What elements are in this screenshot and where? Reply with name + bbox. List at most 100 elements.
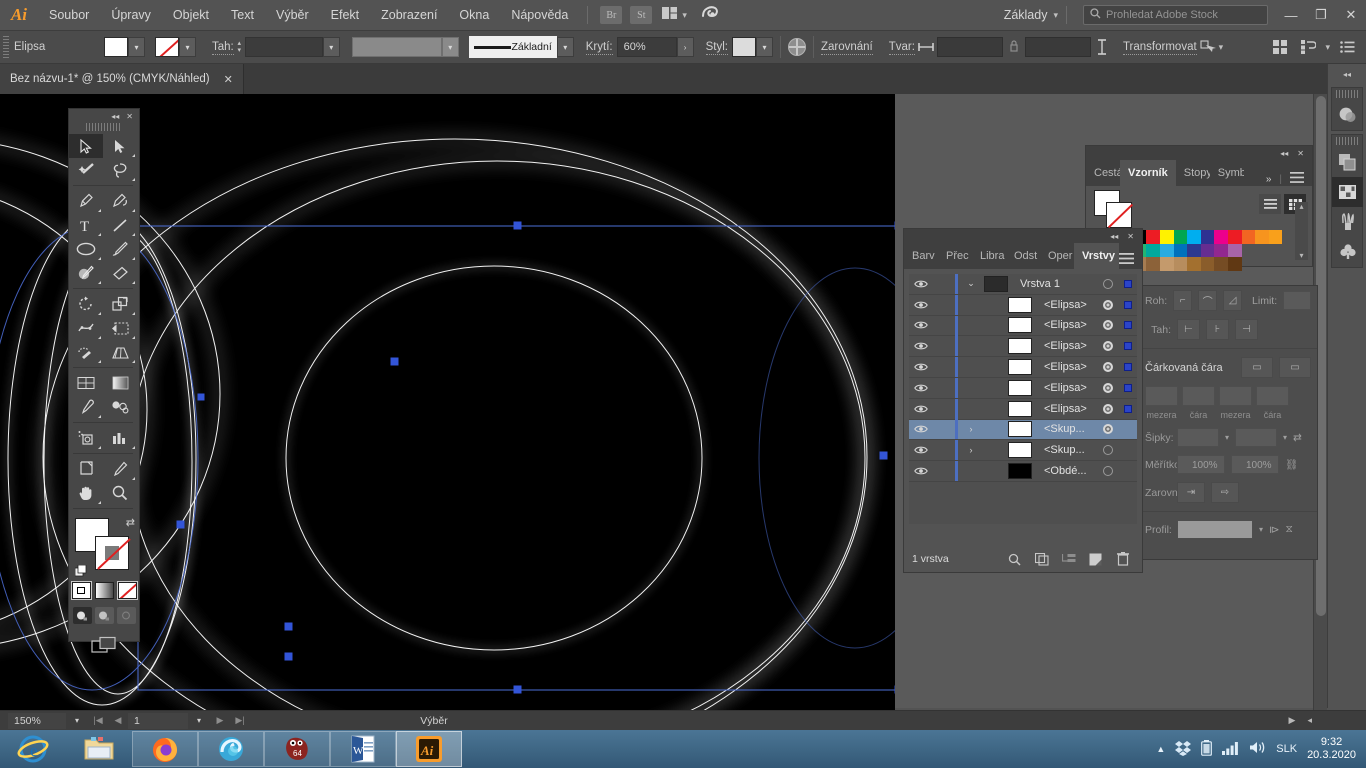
opacity-input[interactable]: 60% xyxy=(617,37,677,57)
tab-cestar[interactable]: Cestář xyxy=(1086,160,1120,186)
color-swatch[interactable] xyxy=(1228,244,1242,258)
volume-icon[interactable] xyxy=(1249,740,1266,758)
constrain-proportions-icon[interactable] xyxy=(1003,36,1025,58)
swatches-close-icon[interactable]: ✕ xyxy=(1297,149,1304,158)
minimize-button[interactable]: — xyxy=(1276,1,1306,29)
swatches-collapse-icon[interactable]: ◂◂ xyxy=(1280,149,1288,158)
link-arrow-scales-icon[interactable]: ⛓ xyxy=(1285,458,1298,471)
zoom-tool[interactable] xyxy=(103,481,137,505)
close-button[interactable]: ✕ xyxy=(1336,1,1366,29)
layer-disclosure-chevron-icon[interactable]: ⌄ xyxy=(958,278,984,289)
layer-target-indicator[interactable] xyxy=(1097,362,1119,372)
tools-collapse-icon[interactable]: ◂◂ xyxy=(111,112,119,121)
rail-collapse-icon[interactable]: ◂◂ xyxy=(1328,64,1366,84)
graphic-style-label[interactable]: Styl: xyxy=(706,40,728,55)
magic-wand-tool[interactable] xyxy=(69,158,103,182)
layer-row[interactable]: <Elipsa> xyxy=(909,357,1137,378)
lasso-tool[interactable] xyxy=(103,158,137,182)
layer-name-label[interactable]: <Elipsa> xyxy=(1032,340,1097,352)
color-swatch[interactable] xyxy=(1174,244,1188,258)
pen-tool[interactable] xyxy=(69,189,103,213)
locate-object-icon[interactable] xyxy=(1001,548,1028,570)
layer-visibility-eye-icon[interactable] xyxy=(909,466,933,476)
color-swatch[interactable] xyxy=(1146,257,1160,271)
layer-disclosure-chevron-icon[interactable]: › xyxy=(958,445,984,455)
layer-visibility-eye-icon[interactable] xyxy=(909,300,933,310)
create-sublayer-icon[interactable] xyxy=(1055,548,1082,570)
taskbar-internet-explorer-icon[interactable]: e xyxy=(0,731,66,767)
graphic-style-swatch[interactable] xyxy=(732,37,756,57)
shape-height-input[interactable] xyxy=(1025,37,1091,57)
layer-selection-square[interactable] xyxy=(1119,405,1137,413)
align-stroke-inside-button[interactable]: ⊦ xyxy=(1206,319,1229,340)
layer-row[interactable]: <Elipsa> xyxy=(909,336,1137,357)
tab-symboly[interactable]: Symb xyxy=(1210,160,1244,186)
gap-input-2[interactable] xyxy=(1256,386,1289,406)
swatches-list-view-icon[interactable] xyxy=(1259,194,1281,214)
layer-target-indicator[interactable] xyxy=(1097,383,1119,393)
color-swatch[interactable] xyxy=(1160,257,1174,271)
rail-group-1-grip[interactable] xyxy=(1336,90,1358,98)
color-swatch[interactable] xyxy=(1201,244,1215,258)
color-swatch[interactable] xyxy=(1214,230,1228,244)
current-tool-label[interactable]: Výběr xyxy=(304,715,564,727)
graphic-style-chevron-down-icon[interactable]: ▾ xyxy=(756,37,773,57)
previous-artboard-button[interactable]: ◀ xyxy=(108,715,128,726)
menu-soubor[interactable]: Soubor xyxy=(38,0,100,30)
layers-panel-menu-icon[interactable] xyxy=(1119,251,1142,269)
menu-efekt[interactable]: Efekt xyxy=(320,0,371,30)
layer-selection-square[interactable] xyxy=(1119,384,1137,392)
stock-icon[interactable]: St xyxy=(630,6,652,24)
opacity-label[interactable]: Krytí: xyxy=(586,40,613,55)
menu-napoveda[interactable]: Nápověda xyxy=(500,0,579,30)
variable-width-chevron-down-icon[interactable]: ▾ xyxy=(442,37,459,57)
zoom-level-chevron-down-icon[interactable]: ▾ xyxy=(66,713,88,729)
swatches-panel-menu-icon[interactable] xyxy=(1290,172,1304,186)
layer-row[interactable]: ›<Skup... xyxy=(909,420,1137,441)
draw-behind-button[interactable] xyxy=(95,607,114,624)
selection-tool[interactable] xyxy=(69,134,103,158)
layer-selection-square[interactable] xyxy=(1119,280,1137,288)
last-artboard-button[interactable]: ▶| xyxy=(230,715,250,726)
restore-button[interactable]: ❐ xyxy=(1306,1,1336,29)
rotate-tool[interactable] xyxy=(69,292,103,316)
stock-search-input[interactable]: Prohledat Adobe Stock xyxy=(1083,5,1268,25)
color-swatch[interactable] xyxy=(1187,244,1201,258)
layer-target-indicator[interactable] xyxy=(1097,279,1119,289)
layer-target-indicator[interactable] xyxy=(1097,424,1119,434)
menu-objekt[interactable]: Objekt xyxy=(162,0,220,30)
dash-preserve-exact-button[interactable]: ▭ xyxy=(1241,357,1273,378)
layer-name-label[interactable]: <Elipsa> xyxy=(1032,382,1097,394)
stroke-dropdown-chevron-down-icon[interactable]: ▾ xyxy=(179,37,196,57)
gap-input-1[interactable] xyxy=(1182,386,1215,406)
layer-name-label[interactable]: <Skup... xyxy=(1032,444,1097,456)
layer-name-label[interactable]: <Elipsa> xyxy=(1032,403,1097,415)
arrow-start-select[interactable] xyxy=(1177,428,1219,447)
transparency-panel-icon[interactable] xyxy=(1332,147,1363,177)
select-similar-chevron-down-icon[interactable]: ▾ xyxy=(1219,42,1224,53)
layer-name-label[interactable]: Vrstva 1 xyxy=(1008,278,1097,290)
color-swatch[interactable] xyxy=(1187,257,1201,271)
menu-zobrazeni[interactable]: Zobrazení xyxy=(370,0,448,30)
dash-align-corners-button[interactable]: ▭ xyxy=(1279,357,1311,378)
stroke-weight-label[interactable]: Tah: xyxy=(212,40,234,55)
bevel-join-button[interactable]: ◿ xyxy=(1223,290,1242,311)
layer-visibility-eye-icon[interactable] xyxy=(909,424,933,434)
arrange-documents-icon[interactable] xyxy=(662,6,677,24)
color-swatch[interactable] xyxy=(1242,230,1256,244)
workspace-chevron-down-icon[interactable]: ▾ xyxy=(1053,10,1058,21)
stroke-weight-stepper[interactable]: ▴▾ xyxy=(234,37,245,57)
layer-row[interactable]: <Elipsa> xyxy=(909,378,1137,399)
swap-fill-stroke-icon[interactable]: ⇄ xyxy=(126,516,135,529)
stroke-color-swatch-none[interactable] xyxy=(95,536,129,570)
color-swatch[interactable] xyxy=(1228,230,1242,244)
tab-operace[interactable]: Oper xyxy=(1040,243,1074,269)
color-swatch[interactable] xyxy=(1146,230,1160,244)
tab-barvy[interactable]: Barv xyxy=(904,243,938,269)
layer-target-indicator[interactable] xyxy=(1097,404,1119,414)
fill-swatch[interactable] xyxy=(104,37,128,57)
align-panel-icon[interactable] xyxy=(1269,36,1291,58)
extend-arrow-button[interactable]: ⇥ xyxy=(1177,482,1205,503)
layer-row[interactable]: ⌄ Vrstva 1 xyxy=(909,274,1137,295)
clock[interactable]: 9:32 20.3.2020 xyxy=(1307,736,1356,762)
